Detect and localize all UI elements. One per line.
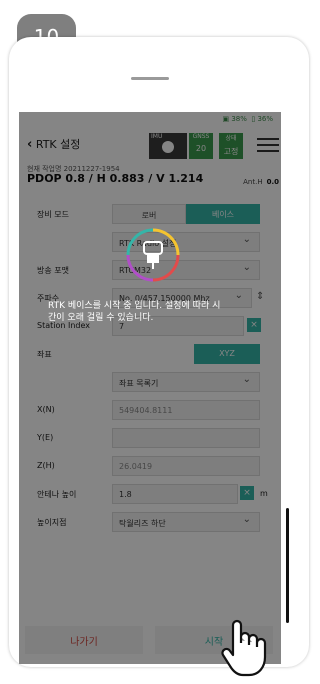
drag-handle bbox=[131, 77, 169, 80]
pointer-hand-icon bbox=[221, 619, 267, 677]
loading-overlay bbox=[19, 112, 281, 664]
loading-spinner-icon bbox=[126, 228, 180, 282]
scrollbar[interactable] bbox=[286, 508, 289, 623]
app-screen: ▣ 38% ▯ 36% ‹ RTK 설정 IMU GNSS 20 상태 고정 현… bbox=[19, 112, 281, 664]
loading-message: RTK 베이스를 시작 중 입니다. 설정에 따라 시간이 오래 걸릴 수 있습… bbox=[48, 301, 221, 323]
